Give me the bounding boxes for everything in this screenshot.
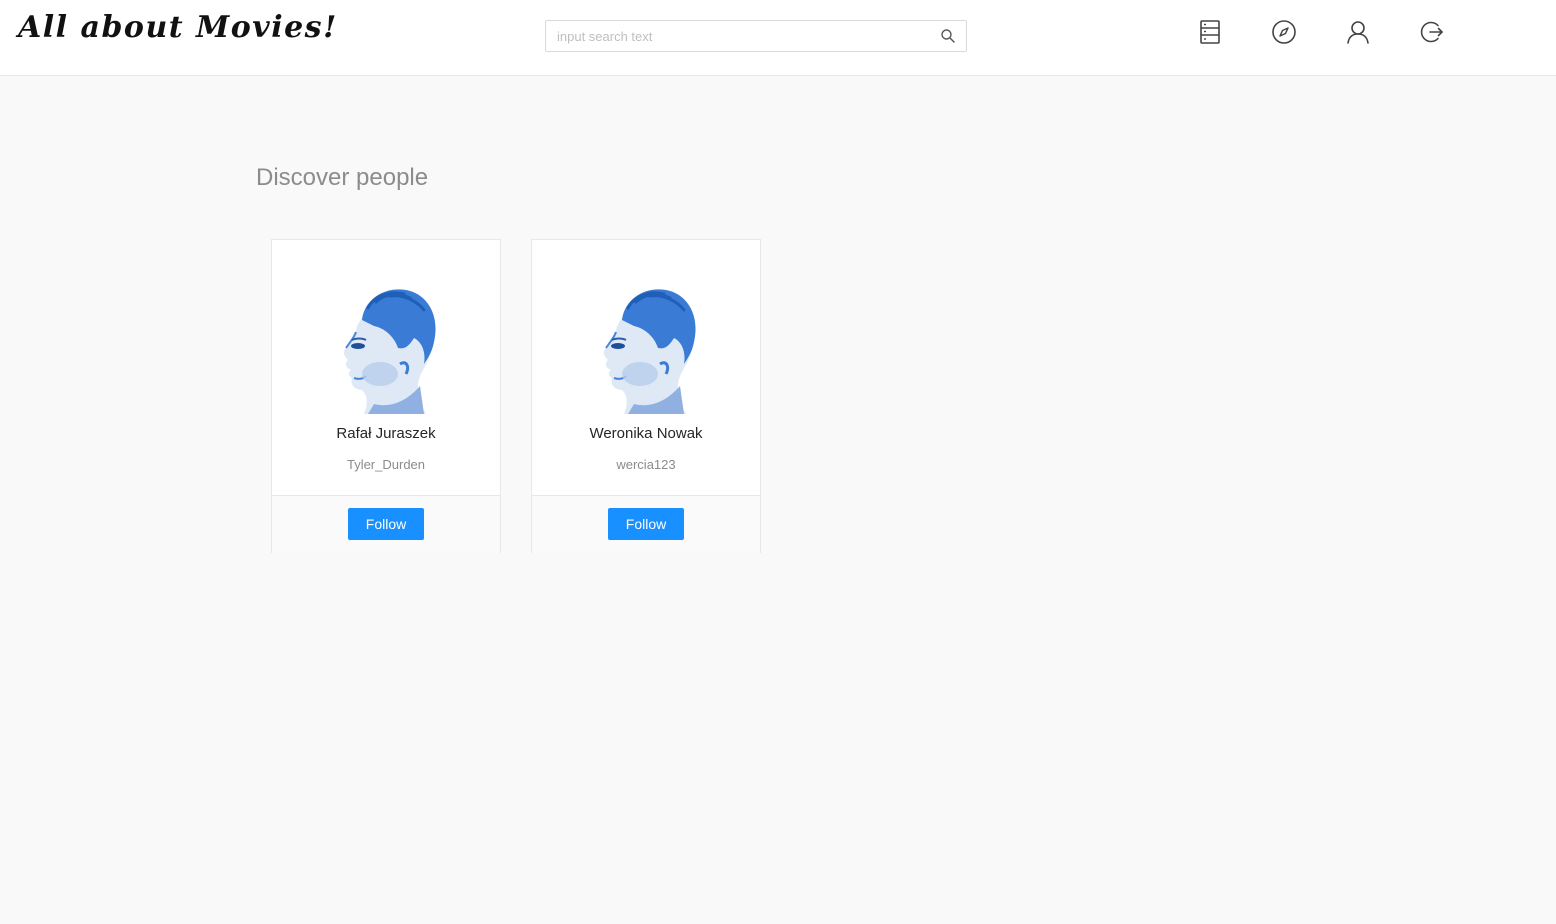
user-icon[interactable] bbox=[1344, 18, 1372, 46]
person-name[interactable]: Rafał Juraszek bbox=[272, 425, 500, 442]
top-header: All about Movies! bbox=[0, 0, 1556, 76]
person-name[interactable]: Weronika Nowak bbox=[532, 425, 760, 442]
film-list-icon[interactable] bbox=[1196, 18, 1224, 46]
person-username: wercia123 bbox=[616, 457, 676, 472]
search-input[interactable] bbox=[546, 21, 931, 51]
search-icon[interactable] bbox=[940, 28, 956, 44]
person-card: Rafał Juraszek Tyler_Durden Follow bbox=[271, 239, 501, 553]
search-box bbox=[545, 20, 967, 52]
person-username: Tyler_Durden bbox=[346, 457, 426, 472]
card-footer: Follow bbox=[532, 495, 760, 553]
card-footer: Follow bbox=[272, 495, 500, 553]
follow-button[interactable]: Follow bbox=[608, 508, 684, 540]
avatar bbox=[594, 286, 698, 414]
person-card: Weronika Nowak wercia123 Follow bbox=[531, 239, 761, 553]
follow-button[interactable]: Follow bbox=[348, 508, 424, 540]
page-title: Discover people bbox=[256, 164, 429, 191]
avatar bbox=[334, 286, 438, 414]
app-logo[interactable]: All about Movies! bbox=[18, 10, 338, 45]
logout-icon[interactable] bbox=[1418, 18, 1446, 46]
compass-icon[interactable] bbox=[1270, 18, 1298, 46]
